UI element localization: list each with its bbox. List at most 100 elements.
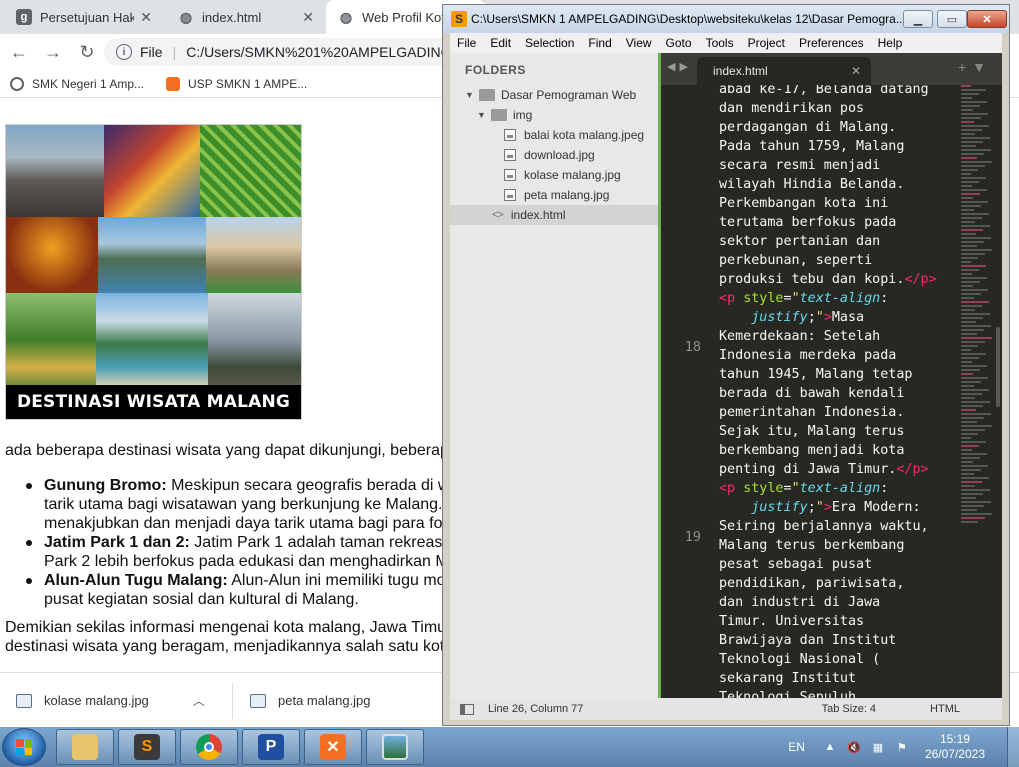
tab-index[interactable]: ◍ index.html ✕: [166, 0, 326, 34]
chevron-up-icon[interactable]: ︿: [193, 692, 205, 709]
bromo-photo: [6, 125, 104, 217]
minimap-line: [961, 441, 986, 443]
minimap-line: [961, 277, 987, 279]
forward-icon[interactable]: →: [38, 37, 68, 67]
minimap-line: [961, 265, 986, 267]
close-button[interactable]: ✕: [967, 10, 1007, 28]
editor-tab-bar: ◀▶ index.html ✕ +▼: [661, 53, 1002, 85]
show-hidden-icons-icon[interactable]: ▲: [823, 740, 837, 754]
menu-view[interactable]: View: [619, 36, 659, 50]
close-icon[interactable]: ✕: [302, 9, 314, 26]
menu-tools[interactable]: Tools: [699, 36, 741, 50]
maximize-button[interactable]: ▭: [937, 10, 967, 28]
sidebar-file[interactable]: download.jpg: [450, 145, 658, 165]
scrollbar-thumb[interactable]: [996, 327, 1000, 407]
tab-actions-icon[interactable]: +▼: [958, 59, 992, 75]
minimap-line: [961, 285, 973, 287]
minimize-button[interactable]: ▁: [903, 10, 933, 28]
minimap-line: [961, 197, 973, 199]
volume-muted-icon[interactable]: 🔇: [847, 740, 861, 754]
info-icon[interactable]: i: [116, 44, 132, 60]
menu-find[interactable]: Find: [581, 36, 618, 50]
panel-toggle-icon[interactable]: [460, 703, 474, 715]
sidebar-folder-img[interactable]: ▼ img: [450, 105, 658, 125]
minimap-line: [961, 389, 989, 391]
triangle-down-icon[interactable]: ▼: [465, 90, 475, 100]
minimap-line: [961, 461, 973, 463]
tab-nav-arrows-icon[interactable]: ◀▶: [667, 60, 692, 73]
syntax-mode[interactable]: HTML: [930, 703, 960, 715]
menu-goto[interactable]: Goto: [659, 36, 699, 50]
download-item-kolase[interactable]: kolase malang.jpg ︿: [16, 673, 205, 728]
menu-preferences[interactable]: Preferences: [792, 36, 871, 50]
minimap[interactable]: [961, 85, 995, 525]
sidebar-file[interactable]: kolase malang.jpg: [450, 165, 658, 185]
download-divider: [232, 683, 233, 719]
minimap-line: [961, 365, 987, 367]
list-item: Gunung Bromo: Meskipun secara geografis …: [25, 477, 454, 532]
clock[interactable]: 15:19 26/07/2023: [925, 732, 985, 762]
language-indicator[interactable]: EN: [788, 740, 805, 754]
sublime-titlebar[interactable]: S C:\Users\SMKN 1 AMPELGADING\Desktop\we…: [443, 5, 1009, 33]
minimap-line: [961, 381, 981, 383]
minimap-line: [961, 85, 971, 87]
minimap-line: [961, 337, 992, 339]
xampp-icon: [166, 76, 181, 91]
network-icon[interactable]: ▦: [871, 740, 885, 754]
taskbar: S P ✕ EN ▲ 🔇 ▦ ⚑ 15:19 26/07/2023: [0, 727, 1019, 767]
reload-icon[interactable]: ↻: [72, 37, 102, 67]
minimap-line: [961, 217, 982, 219]
list-item: Jatim Park 1 dan 2: Jatim Park 1 adalah …: [25, 533, 453, 571]
taskbar-explorer[interactable]: [56, 729, 114, 765]
taskbar-xampp[interactable]: ✕: [304, 729, 362, 765]
taskbar-p-app[interactable]: P: [242, 729, 300, 765]
sidebar-file[interactable]: balai kota malang.jpeg: [450, 125, 658, 145]
minimap-line: [961, 253, 985, 255]
code-area[interactable]: abad ke-17, Belanda datang dan mendirika…: [719, 85, 959, 698]
taskbar-sublime[interactable]: S: [118, 729, 176, 765]
minimap-line: [961, 221, 975, 223]
minimap-line: [961, 205, 981, 207]
back-icon[interactable]: ←: [4, 37, 34, 67]
sidebar-folder-root[interactable]: ▼ Dasar Pemograman Web: [450, 85, 658, 105]
minimap-line: [961, 149, 991, 151]
minimap-line: [961, 133, 975, 135]
globe-icon: ◍: [179, 8, 193, 25]
bookmark-usp[interactable]: USP SMKN 1 AMPE...: [166, 76, 307, 91]
download-item-peta[interactable]: peta malang.jpg: [250, 673, 371, 728]
close-icon[interactable]: ✕: [851, 64, 861, 78]
tab-size[interactable]: Tab Size: 4: [822, 703, 876, 715]
menu-selection[interactable]: Selection: [518, 36, 581, 50]
start-button[interactable]: [2, 728, 46, 766]
outro-text: Demikian sekilas informasi mengenai kota…: [5, 619, 447, 655]
minimap-line: [961, 477, 989, 479]
editor-tab-index[interactable]: index.html ✕: [697, 57, 871, 85]
image-file-icon: [250, 693, 266, 708]
menu-project[interactable]: Project: [741, 36, 792, 50]
taskbar-chrome[interactable]: [180, 729, 238, 765]
minimap-line: [961, 105, 980, 107]
minimap-line: [961, 225, 990, 227]
bookmark-smk[interactable]: SMK Negeri 1 Amp...: [10, 76, 144, 91]
maze-photo: [200, 125, 301, 217]
menu-edit[interactable]: Edit: [483, 36, 518, 50]
sidebar-file-index[interactable]: <> index.html: [450, 205, 658, 225]
show-desktop-button[interactable]: [1007, 727, 1019, 767]
folder-icon: [491, 109, 507, 121]
minimap-line: [961, 393, 982, 395]
xampp-icon: ✕: [320, 734, 346, 760]
close-icon[interactable]: ✕: [140, 9, 152, 26]
triangle-down-icon[interactable]: ▼: [477, 110, 487, 120]
tab-persetujuan[interactable]: g Persetujuan Hak C ✕: [4, 0, 164, 34]
menu-file[interactable]: File: [450, 36, 483, 50]
minimap-line: [961, 429, 985, 431]
taskbar-image-viewer[interactable]: [366, 729, 424, 765]
minimap-line: [961, 425, 992, 427]
minimap-line: [961, 289, 988, 291]
action-center-icon[interactable]: ⚑: [895, 740, 909, 754]
menu-help[interactable]: Help: [871, 36, 910, 50]
minimap-line: [961, 349, 971, 351]
sidebar-file[interactable]: peta malang.jpg: [450, 185, 658, 205]
minimap-line: [961, 457, 980, 459]
minimap-line: [961, 305, 982, 307]
